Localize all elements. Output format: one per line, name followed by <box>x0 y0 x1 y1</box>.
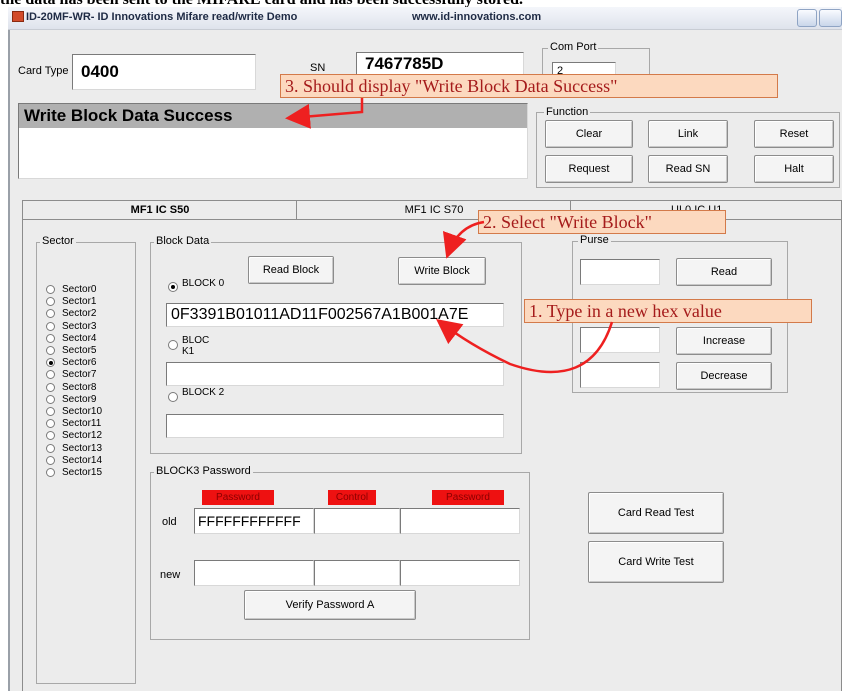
arrow-step1 <box>436 318 614 374</box>
arrow-step3 <box>285 98 364 129</box>
arrow-step2 <box>442 220 485 259</box>
annotation-arrows <box>285 98 614 374</box>
